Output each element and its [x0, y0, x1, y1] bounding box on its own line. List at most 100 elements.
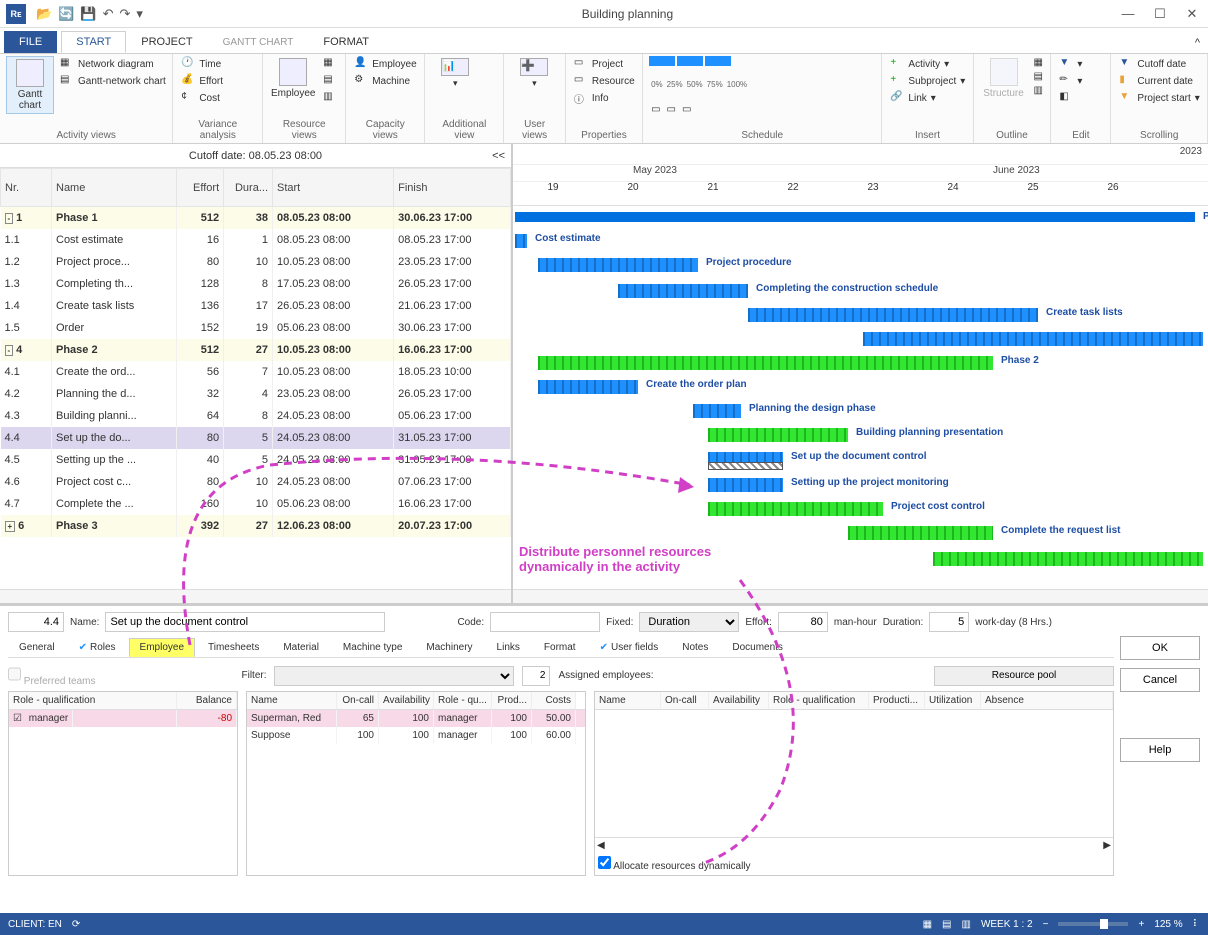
employee-panel[interactable]: Name On-call Availability Role - qu... P… — [246, 691, 586, 876]
close-button[interactable]: ✕ — [1176, 6, 1208, 22]
detail-tab-notes[interactable]: Notes — [671, 638, 719, 657]
zoom-out-button[interactable]: − — [1043, 919, 1049, 930]
grid-hscroll[interactable] — [0, 589, 511, 603]
network-diagram-button[interactable]: ▦Network diagram — [58, 56, 168, 72]
rv-btn3[interactable]: ▥ — [321, 90, 339, 106]
table-row[interactable]: 1.5Order1521905.06.23 08:0030.06.23 17:0… — [1, 317, 511, 339]
gantt-bar[interactable]: Order — [863, 332, 1203, 346]
open-icon[interactable]: 📂 — [36, 6, 52, 22]
gantt-bar[interactable]: Completing the construction schedule — [618, 284, 748, 298]
detail-tab-links[interactable]: Links — [486, 638, 531, 657]
table-row[interactable]: -4Phase 25122710.05.23 08:0016.06.23 17:… — [1, 339, 511, 361]
current-date-button[interactable]: ▮Current date — [1117, 73, 1201, 89]
cost-button[interactable]: ¢Cost — [179, 90, 225, 106]
employee-resource-button[interactable]: Employee — [269, 56, 317, 101]
tab-format[interactable]: FORMAT — [308, 31, 384, 53]
detail-tab-timesheets[interactable]: Timesheets — [197, 638, 270, 657]
rv-btn2[interactable]: ▤ — [321, 73, 339, 89]
detail-tab-roles[interactable]: ✔Roles — [68, 638, 127, 657]
gantt-bar[interactable]: Setting up the project monitoring — [708, 478, 783, 492]
gantt-network-button[interactable]: ▤Gantt-network chart — [58, 73, 168, 89]
table-row[interactable]: 4.3Building planni...64824.05.23 08:0005… — [1, 405, 511, 427]
detail-tab-format[interactable]: Format — [533, 638, 587, 657]
employee-row[interactable]: Superman, Red65100manager10050.00 — [247, 710, 585, 727]
preferred-teams-check[interactable]: Preferred teams — [8, 664, 95, 687]
resource-props-button[interactable]: ▭Resource — [572, 73, 637, 89]
maximize-button[interactable]: ☐ — [1144, 6, 1176, 22]
project-start-button[interactable]: ▼Project start▾ — [1117, 90, 1201, 106]
col-dura[interactable]: Dura... — [224, 169, 273, 207]
view-icon-1[interactable]: ▦ — [923, 919, 932, 930]
gantt-bar[interactable]: Project cost control — [708, 502, 883, 516]
scroll-right-icon[interactable]: ▶ — [1103, 840, 1111, 851]
col-start[interactable]: Start — [273, 169, 394, 207]
gantt-bar[interactable]: Create task lists — [748, 308, 1038, 322]
insert-activity-button[interactable]: +Activity▾ — [888, 56, 967, 72]
save-icon[interactable]: 💾 — [80, 6, 96, 22]
cutoff-date-button[interactable]: ▼Cutoff date — [1117, 56, 1201, 72]
task-name-field[interactable] — [105, 612, 385, 632]
table-row[interactable]: 4.1Create the ord...56710.05.23 08:0018.… — [1, 361, 511, 383]
sched-bar2[interactable] — [677, 56, 703, 66]
gantt-bar[interactable]: Phase 2 — [538, 356, 993, 370]
allocate-dynamically-check[interactable]: Allocate resources dynamically — [595, 853, 1113, 875]
status-menu-icon[interactable]: ⠇ — [1193, 919, 1200, 930]
erase-button[interactable]: ◧ — [1057, 90, 1084, 106]
code-field[interactable] — [490, 612, 600, 632]
col-nr[interactable]: Nr. — [1, 169, 52, 207]
highlight-button[interactable]: ✏▾ — [1057, 73, 1084, 89]
detail-tab-employee[interactable]: Employee — [129, 638, 195, 657]
timeline-header[interactable]: 2023 May 2023June 2023 1920212223242526 — [513, 144, 1208, 206]
rv-btn1[interactable]: ▦ — [321, 56, 339, 72]
gantt-bar[interactable] — [933, 552, 1203, 566]
user-views-button[interactable]: ➕▾ — [510, 56, 558, 91]
table-row[interactable]: 4.6Project cost c...801024.05.23 08:0007… — [1, 471, 511, 493]
detail-tab-general[interactable]: General — [8, 638, 66, 657]
detail-tab-documents[interactable]: Documents — [721, 638, 794, 657]
col-name[interactable]: Name — [52, 169, 177, 207]
tab-gantt-context[interactable]: GANTT CHART — [208, 32, 309, 53]
additional-view-button[interactable]: 📊▾ — [431, 56, 479, 91]
table-row[interactable]: 4.2Planning the d...32423.05.23 08:0026.… — [1, 383, 511, 405]
tab-file[interactable]: FILE — [4, 31, 57, 53]
resource-pool-button[interactable]: Resource pool — [934, 666, 1114, 686]
outline-btn2[interactable]: ▤ — [1032, 70, 1045, 83]
filter-count-field[interactable] — [522, 666, 550, 686]
filter-select[interactable] — [274, 666, 514, 686]
structure-button[interactable]: Structure — [980, 56, 1028, 101]
col-effort[interactable]: Effort — [177, 169, 224, 207]
scroll-left-icon[interactable]: ◀ — [597, 840, 605, 851]
collapse-ribbon-icon[interactable]: ^ — [1187, 33, 1208, 53]
redo-icon[interactable]: ↷ — [119, 6, 130, 22]
gantt-bar[interactable]: Planning the design phase — [693, 404, 741, 418]
outline-btn3[interactable]: ▥ — [1032, 84, 1045, 97]
gantt-chart-button[interactable]: Gantt chart — [6, 56, 54, 114]
col-finish[interactable]: Finish — [394, 169, 511, 207]
employee-row[interactable]: Suppose100100manager10060.00 — [247, 727, 585, 744]
detail-tab-material[interactable]: Material — [272, 638, 330, 657]
outline-btn1[interactable]: ▦ — [1032, 56, 1045, 69]
sched-opt3[interactable]: ▭ — [680, 103, 693, 116]
cap-employee-button[interactable]: 👤Employee — [352, 56, 418, 72]
gantt-bar[interactable] — [708, 462, 783, 470]
tab-project[interactable]: PROJECT — [126, 31, 207, 53]
effort-field[interactable] — [778, 612, 828, 632]
table-row[interactable]: 1.2Project proce...801010.05.23 08:0023.… — [1, 251, 511, 273]
undo-icon[interactable]: ↶ — [103, 6, 114, 22]
zoom-in-button[interactable]: + — [1138, 919, 1144, 930]
table-row[interactable]: 1.1Cost estimate16108.05.23 08:0008.05.2… — [1, 229, 511, 251]
fixed-select[interactable]: Duration — [639, 612, 739, 632]
table-row[interactable]: 4.4Set up the do...80524.05.23 08:0031.0… — [1, 427, 511, 449]
table-row[interactable]: -1Phase 15123808.05.23 08:0030.06.23 17:… — [1, 207, 511, 229]
detail-tab-machinery[interactable]: Machinery — [415, 638, 483, 657]
detail-tab-user-fields[interactable]: ✔User fields — [589, 638, 670, 657]
sched-opt1[interactable]: ▭ — [649, 103, 662, 116]
collapse-grid-icon[interactable]: << — [492, 150, 505, 162]
table-row[interactable]: 4.5Setting up the ...40524.05.23 08:0031… — [1, 449, 511, 471]
view-icon-3[interactable]: ▥ — [961, 919, 970, 930]
cap-machine-button[interactable]: ⚙Machine — [352, 73, 418, 89]
gantt-bar[interactable]: Project procedure — [538, 258, 698, 272]
insert-subproject-button[interactable]: +Subproject▾ — [888, 73, 967, 89]
refresh-icon[interactable]: ⟳ — [72, 919, 80, 930]
sync-icon[interactable]: 🔄 — [58, 6, 74, 22]
